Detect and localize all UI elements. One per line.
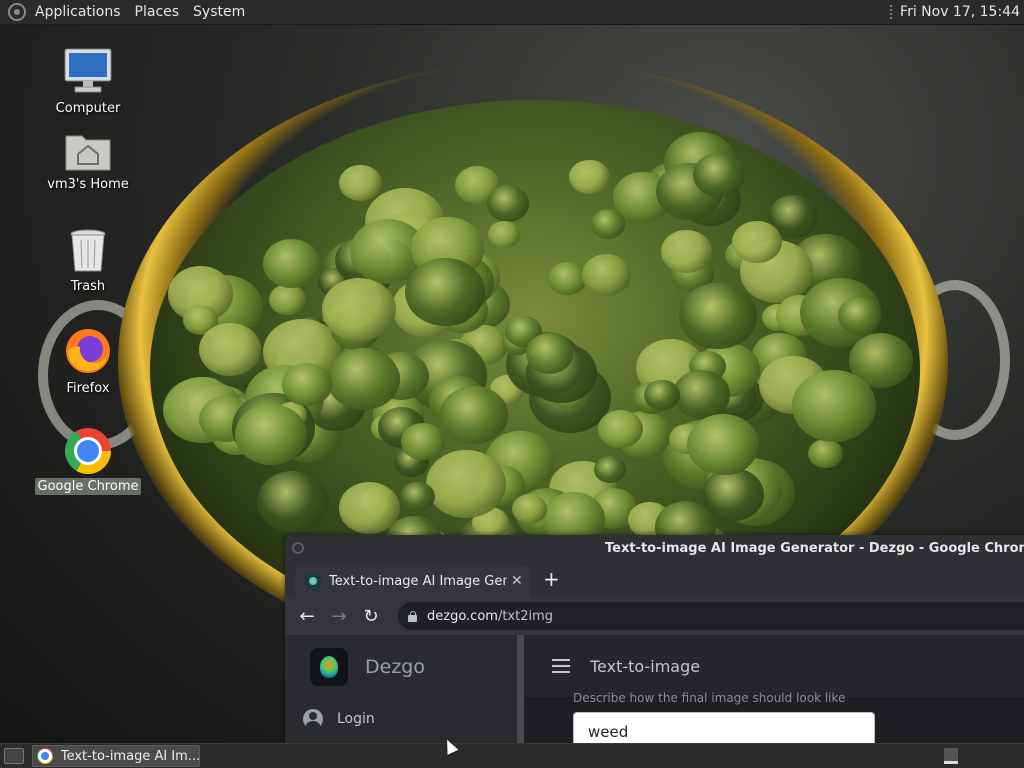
bud (525, 333, 573, 374)
bud (512, 493, 548, 524)
desktop-icon-trash[interactable]: Trash (33, 228, 143, 295)
taskbar-chrome-button[interactable]: Text-to-image AI Im... (32, 745, 200, 767)
dezgo-sidebar: Dezgo Login (285, 635, 517, 743)
main-header: Text-to-image (524, 635, 1024, 697)
account-circle-icon (303, 709, 323, 729)
menu-system[interactable]: System (186, 0, 252, 25)
desktop-icon-computer[interactable]: Computer (33, 46, 143, 117)
bud (672, 370, 730, 419)
bud (199, 322, 262, 376)
desktop-icon-label: Trash (70, 279, 106, 294)
menu-applications[interactable]: Applications (28, 0, 128, 25)
workspace-switcher[interactable] (944, 748, 958, 764)
taskbar-task-label: Text-to-image AI Im... (60, 748, 199, 764)
bud (404, 257, 485, 326)
desktop-icon-home[interactable]: vm3's Home (33, 128, 143, 193)
bud (257, 471, 329, 532)
bud (401, 423, 445, 460)
reload-button[interactable]: ↻ (357, 602, 385, 630)
bud (692, 152, 745, 198)
dezgo-favicon-icon (305, 573, 321, 589)
tab-close-button[interactable]: ✕ (511, 573, 523, 589)
desktop-icon-label: vm3's Home (47, 177, 129, 192)
bud (486, 185, 530, 222)
bud (281, 362, 333, 406)
window-titlebar[interactable]: Text-to-image AI Image Generator - Dezgo… (285, 535, 1024, 563)
chrome-window[interactable]: Text-to-image AI Image Generator - Dezgo… (285, 535, 1024, 743)
show-desktop-icon[interactable] (4, 748, 24, 764)
desktop-icon-chrome[interactable]: Google Chrome (33, 428, 143, 495)
login-label: Login (337, 711, 375, 727)
bud (581, 254, 631, 296)
tab-strip: Text-to-image AI Image Generator ✕ + (285, 563, 1024, 597)
lock-icon[interactable] (408, 610, 417, 622)
menu-places[interactable]: Places (128, 0, 187, 25)
url-path: /txt2img (497, 608, 554, 624)
panel-clock[interactable]: Fri Nov 17, 15:44 (900, 4, 1024, 20)
bud (644, 380, 680, 411)
brand-name: Dezgo (365, 656, 425, 678)
bud (327, 347, 401, 410)
bud (661, 229, 713, 274)
brand[interactable]: Dezgo (310, 648, 425, 686)
forward-button[interactable]: → (325, 602, 353, 630)
distro-logo-icon[interactable] (8, 3, 26, 21)
prompt-input[interactable] (573, 712, 875, 743)
bud (597, 409, 643, 449)
bottom-taskbar: Text-to-image AI Im... (0, 743, 1024, 768)
bud (234, 403, 307, 465)
hamburger-menu-icon[interactable] (552, 659, 570, 673)
bud (440, 386, 509, 444)
prompt-hint: Describe how the final image should look… (573, 691, 846, 705)
chrome-icon (37, 748, 53, 764)
desktop-icon-label: Computer (55, 101, 121, 116)
bud (488, 221, 520, 249)
login-link[interactable]: Login (303, 709, 375, 729)
sidebar-divider[interactable] (517, 635, 524, 743)
desktop-icon-firefox[interactable]: Firefox (33, 326, 143, 397)
page-title: Text-to-image (590, 656, 701, 676)
bud (686, 413, 759, 475)
new-tab-button[interactable]: + (543, 569, 560, 589)
bud (400, 481, 435, 511)
bud (808, 438, 843, 469)
address-bar[interactable]: dezgo.com/txt2img (398, 602, 1024, 630)
page-content: Dezgo Login Text-to-image Describe how t… (285, 635, 1024, 743)
browser-toolbar: ← → ↻ dezgo.com/txt2img (285, 597, 1024, 635)
bud (732, 220, 782, 264)
bud (791, 370, 877, 442)
top-panel: Applications Places System Fri Nov 17, 1… (0, 0, 1024, 25)
panel-separator (890, 5, 894, 19)
bud (425, 449, 506, 518)
firefox-icon (66, 329, 110, 373)
bud (594, 455, 626, 483)
bud (837, 297, 881, 334)
desktop-icon-label: Firefox (66, 381, 110, 396)
tab-dezgo[interactable]: Text-to-image AI Image Generator ✕ (295, 565, 530, 597)
desktop-icon-label: Google Chrome (34, 478, 142, 495)
chrome-icon (65, 428, 111, 474)
dezgo-logo-icon (310, 648, 348, 686)
computer-icon (64, 48, 112, 93)
bud (262, 239, 320, 288)
bud (339, 482, 400, 534)
trash-icon (70, 229, 106, 272)
url-domain: dezgo.com (427, 608, 498, 624)
window-title: Text-to-image AI Image Generator - Dezgo… (605, 541, 1024, 556)
bud (321, 277, 397, 342)
window-menu-icon[interactable] (292, 542, 304, 554)
home-folder-icon (65, 135, 111, 171)
bud (548, 261, 588, 295)
tab-title: Text-to-image AI Image Generator (329, 573, 507, 589)
back-button[interactable]: ← (293, 602, 321, 630)
